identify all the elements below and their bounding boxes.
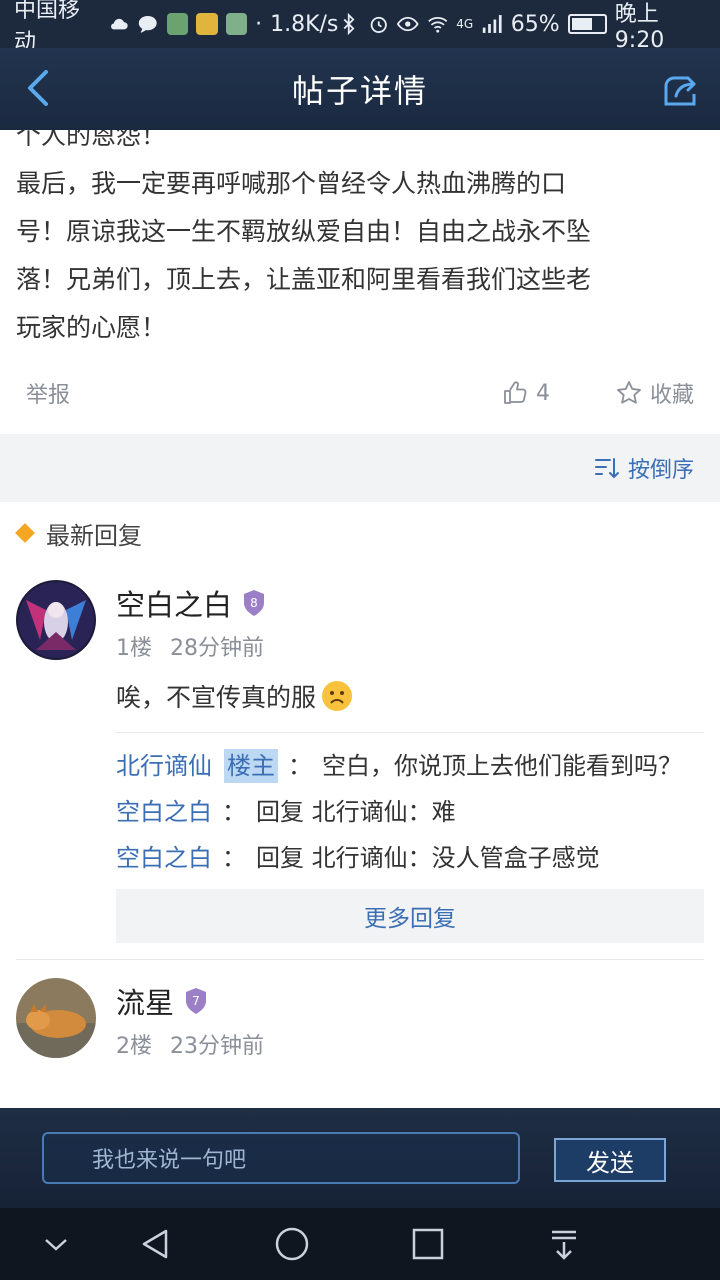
colon: ：: [222, 798, 246, 826]
page-title: 帖子详情: [291, 72, 428, 110]
post-line: 玩家的心愿！: [16, 313, 167, 342]
sub-replies: 北行谪仙 楼主 ： 空白，你说顶上去他们能看到吗？ 空白之白 ： 回复 北行谪仙…: [116, 732, 704, 943]
reply-item[interactable]: 流星 7 2楼 23分钟前: [0, 978, 720, 1064]
post-body: 个人的恩怨！ 最后，我一定要再呼喊那个曾经令人热血沸腾的口 号！原谅我这一生不羁…: [0, 130, 720, 352]
sub-reply[interactable]: 北行谪仙 楼主 ： 空白，你说顶上去他们能看到吗？: [116, 743, 704, 789]
wifi-icon: [428, 17, 448, 33]
battery-icon: [567, 14, 607, 34]
nav-home-icon[interactable]: [274, 1226, 310, 1262]
floor-number: 1楼: [116, 636, 152, 661]
app-notification-icon-2: [225, 13, 248, 35]
chevron-down-icon[interactable]: [38, 1226, 74, 1262]
section-title: 最新回复: [46, 521, 142, 550]
comment-placeholder: 我也来说一句吧: [92, 1148, 247, 1173]
sort-toggle[interactable]: 按倒序: [628, 452, 694, 484]
sub-reply-text: 回复 北行谪仙：难: [256, 798, 456, 826]
nav-back-icon[interactable]: [138, 1226, 174, 1262]
sort-bar: 按倒序: [0, 434, 720, 502]
floor-number: 2楼: [116, 1034, 152, 1059]
dot-separator: ·: [255, 11, 263, 37]
reply-content: 唉，不宣传真的服: [116, 683, 317, 712]
more-replies-button[interactable]: 更多回复: [116, 889, 704, 943]
sub-reply-text: 回复 北行谪仙：没人管盒子感觉: [256, 844, 600, 872]
reply-text: 唉，不宣传真的服: [116, 678, 704, 714]
sub-reply-text: 空白，你说顶上去他们能看到吗？: [322, 752, 682, 780]
comment-composer: 我也来说一句吧 发送: [0, 1108, 720, 1208]
level-badge-icon: 8: [244, 590, 265, 616]
sub-reply[interactable]: 空白之白 ： 回复 北行谪仙：难: [116, 789, 704, 835]
like-button[interactable]: 4: [502, 380, 550, 406]
level-number: 8: [250, 596, 258, 610]
status-bar: 中国移动 · 1.8K/s 4G 65% 晚上9:20: [0, 0, 720, 55]
post-line: 个人的恩怨！: [16, 130, 167, 150]
post-line: 最后，我一定要再呼喊那个曾经令人热血沸腾的口: [16, 169, 567, 198]
anime-avatar-image: [16, 580, 96, 660]
system-nav-bar: [0, 1208, 720, 1280]
section-header: 最新回复: [0, 502, 720, 564]
eye-icon: [397, 16, 419, 32]
sub-reply[interactable]: 空白之白 ： 回复 北行谪仙：没人管盒子感觉: [116, 835, 704, 881]
username[interactable]: 空白之白: [116, 582, 232, 624]
post-line: 号！原谅我这一生不羁放纵爱自由！自由之战永不坠: [16, 217, 592, 246]
username[interactable]: 流星: [116, 980, 174, 1022]
network-type: 4G: [456, 17, 474, 31]
sub-reply-user[interactable]: 北行谪仙: [116, 749, 212, 783]
clock: 晚上9:20: [614, 1, 665, 53]
sub-reply-user[interactable]: 空白之白: [116, 795, 212, 829]
share-icon[interactable]: [658, 70, 700, 110]
sort-icon[interactable]: [594, 456, 620, 480]
level-number: 7: [192, 994, 200, 1008]
reply-time: 28分钟前: [170, 636, 264, 661]
post-content-area[interactable]: 个人的恩怨！ 最后，我一定要再呼喊那个曾经令人热血沸腾的口 号！原谅我这一生不羁…: [0, 130, 720, 1108]
sad-face-emoji-icon: [322, 681, 353, 711]
sub-reply-user[interactable]: 空白之白: [116, 841, 212, 875]
post-line: 落！兄弟们，顶上去，让盖亚和阿里看看我们这些老: [16, 265, 592, 294]
alarm-icon: [370, 16, 387, 33]
colon: ：: [222, 844, 246, 872]
favorite-label: 收藏: [649, 383, 694, 408]
star-icon: [617, 381, 641, 404]
battery-percent: 65%: [510, 11, 560, 37]
chat-icon: [139, 15, 157, 33]
signal-icon: [483, 15, 502, 33]
avatar[interactable]: [16, 978, 96, 1058]
star-app-icon: [196, 13, 218, 35]
reply-time: 23分钟前: [170, 1034, 264, 1059]
level-badge-icon: 7: [186, 988, 207, 1014]
network-speed: 1.8K/s: [270, 11, 339, 37]
op-tag: 楼主: [224, 749, 278, 783]
reply-item[interactable]: 空白之白 8 1楼 28分钟前 唉，不宣传真的服 北行谪仙 楼主 ： 空白，你说…: [0, 580, 720, 943]
thumbs-up-icon: [504, 381, 527, 404]
reply-divider: [16, 959, 704, 960]
nav-notification-pull-icon[interactable]: [546, 1226, 582, 1262]
cloud-icon: [110, 18, 128, 30]
like-count: 4: [535, 380, 550, 406]
post-actions: 举报 4 收藏: [0, 352, 720, 434]
nav-recents-icon[interactable]: [410, 1226, 446, 1262]
report-button[interactable]: 举报: [26, 377, 70, 409]
comment-input[interactable]: 我也来说一句吧: [42, 1132, 520, 1184]
favorite-button[interactable]: 收藏: [616, 377, 694, 409]
cat-avatar-image: [16, 978, 96, 1058]
diamond-icon: [15, 523, 35, 543]
back-arrow-icon[interactable]: [18, 66, 62, 110]
bluetooth-icon: [343, 13, 355, 35]
app-header: 帖子详情: [0, 48, 720, 130]
avatar[interactable]: [16, 580, 96, 660]
colon: ：: [288, 752, 312, 780]
send-button[interactable]: 发送: [554, 1138, 666, 1182]
app-notification-icon: [166, 13, 189, 35]
